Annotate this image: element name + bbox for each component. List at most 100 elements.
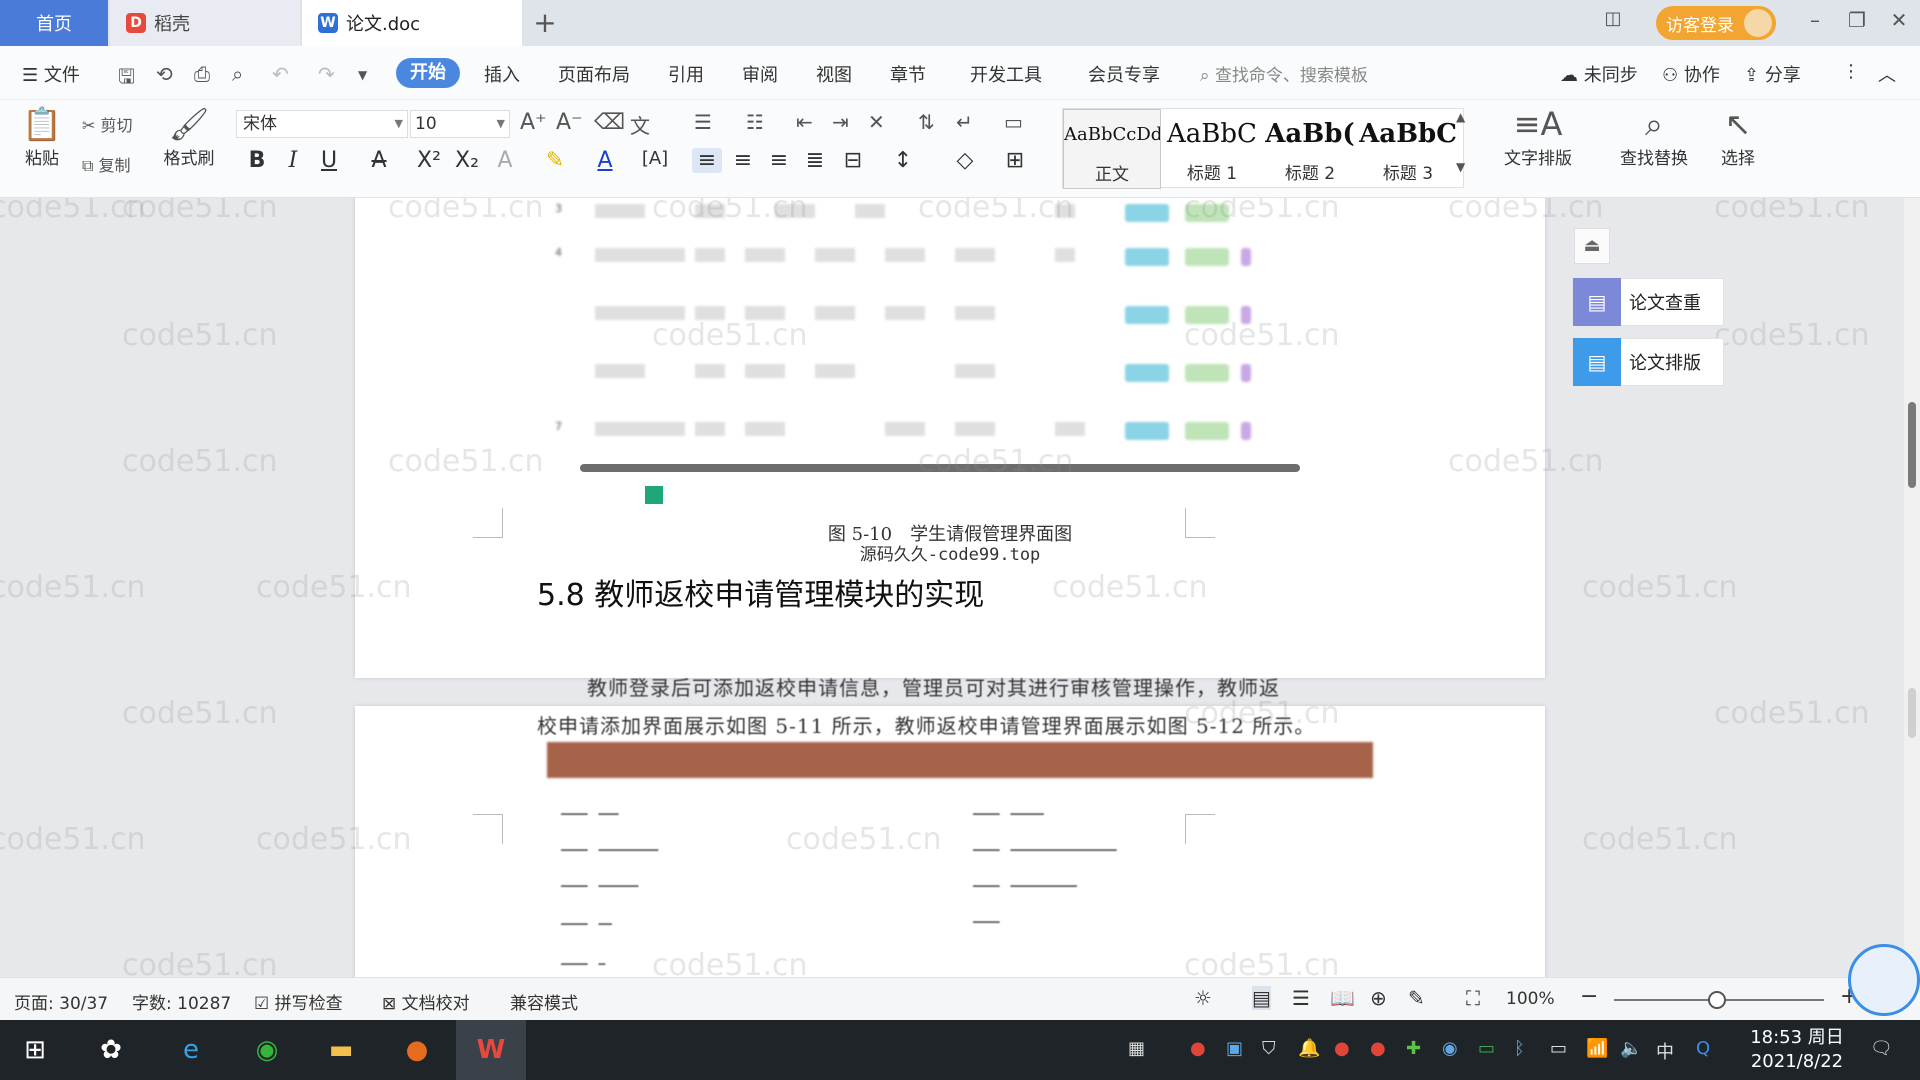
- spell-check-toggle[interactable]: ☑ 拼写检查: [254, 989, 343, 1014]
- shrink-font-icon[interactable]: A⁻: [556, 110, 583, 135]
- browser-360-icon[interactable]: ◉: [232, 1020, 302, 1080]
- bold-icon[interactable]: B: [242, 148, 272, 173]
- tab-page-layout[interactable]: 页面布局: [558, 61, 630, 87]
- page-indicator[interactable]: 页面: 30/37: [14, 989, 108, 1014]
- tab-home[interactable]: 首页: [0, 0, 108, 46]
- clock[interactable]: 18:53 周日 2021/8/22: [1742, 1026, 1852, 1074]
- tab-developer[interactable]: 开发工具: [970, 61, 1042, 87]
- file-menu[interactable]: ☰ 文件: [22, 61, 80, 87]
- tab-view[interactable]: 视图: [816, 61, 852, 87]
- font-color-icon[interactable]: A: [590, 148, 620, 173]
- increase-indent-icon[interactable]: ⇥: [832, 110, 849, 134]
- style-heading-3[interactable]: AaBbC 标题 3: [1359, 109, 1457, 189]
- clear-format-icon[interactable]: ⌫: [594, 110, 625, 135]
- style-more-icon[interactable]: ▼: [1456, 160, 1465, 174]
- align-right-icon[interactable]: ≡: [764, 148, 794, 173]
- style-heading-2[interactable]: AaBb( 标题 2: [1261, 109, 1359, 189]
- superscript-icon[interactable]: X²: [414, 148, 444, 173]
- numbered-list-icon[interactable]: ☷: [746, 110, 764, 134]
- tray-app-icon[interactable]: ◉: [1442, 1038, 1458, 1059]
- bullet-list-icon[interactable]: ☰: [694, 110, 712, 134]
- line-spacing-icon[interactable]: ↕: [888, 148, 918, 173]
- gpu-icon[interactable]: ▭: [1478, 1038, 1495, 1059]
- bluetooth-icon[interactable]: ᛒ: [1514, 1038, 1525, 1059]
- eye-protect-icon[interactable]: ☼: [1194, 986, 1212, 1010]
- volume-icon[interactable]: 🔈: [1620, 1038, 1642, 1059]
- phonetic-icon[interactable]: 文: [630, 110, 650, 139]
- command-search[interactable]: ⌕ 查找命令、搜索模板: [1200, 61, 1368, 86]
- sync-status[interactable]: ☁ 未同步: [1560, 61, 1638, 87]
- tab-references[interactable]: 引用: [668, 61, 704, 87]
- tab-member[interactable]: 会员专享: [1088, 61, 1160, 87]
- save-icon[interactable]: 🖫: [118, 62, 135, 96]
- font-name-select[interactable]: 宋体 ▼: [236, 110, 408, 138]
- visitor-login-button[interactable]: 访客登录: [1656, 6, 1776, 40]
- notification-icon[interactable]: 🗨: [1870, 1038, 1893, 1059]
- tray-app-icon[interactable]: ●: [1334, 1038, 1350, 1059]
- recorder-app-icon[interactable]: ●: [382, 1020, 452, 1080]
- web-view-icon[interactable]: ⊕: [1370, 986, 1387, 1010]
- italic-icon[interactable]: I: [278, 148, 308, 173]
- font-size-select[interactable]: 10 ▼: [410, 110, 510, 138]
- shading-icon[interactable]: ◇: [950, 148, 980, 173]
- style-heading-1[interactable]: AaBbC 标题 1: [1163, 109, 1261, 189]
- text-effect-icon[interactable]: A: [490, 148, 520, 173]
- zoom-out-icon[interactable]: −: [1580, 984, 1598, 1009]
- show-marks-icon[interactable]: ↵: [956, 110, 973, 134]
- tray-app-icon[interactable]: ●: [1190, 1038, 1206, 1059]
- undo-icon[interactable]: ↶: [272, 62, 289, 86]
- tab-start[interactable]: 开始: [396, 58, 460, 88]
- style-scroll-up-icon[interactable]: ▲: [1456, 110, 1465, 124]
- tab-insert[interactable]: 插入: [484, 61, 520, 87]
- close-icon[interactable]: ✕: [1884, 8, 1914, 32]
- tray-app-icon[interactable]: ▣: [1226, 1038, 1243, 1059]
- decrease-indent-icon[interactable]: ⇤: [796, 110, 813, 134]
- paste-button[interactable]: 📋 粘贴: [14, 104, 70, 169]
- minimize-icon[interactable]: –: [1800, 8, 1830, 32]
- find-replace-button[interactable]: ⌕ 查找替换: [1608, 104, 1700, 169]
- bell-icon[interactable]: 🔔: [1298, 1038, 1320, 1059]
- underline-icon[interactable]: U: [314, 148, 344, 173]
- new-tab-button[interactable]: +: [530, 6, 560, 39]
- print-preview-icon[interactable]: ⌕: [232, 62, 243, 86]
- vertical-scrollbar[interactable]: [1904, 198, 1920, 977]
- sort-icon[interactable]: ⇅: [918, 110, 935, 134]
- tab-daoke[interactable]: D 稻壳: [110, 0, 300, 46]
- windows-start-icon[interactable]: ⊞: [0, 1020, 70, 1080]
- share-button[interactable]: ⇪ 分享: [1744, 61, 1801, 87]
- copy-button[interactable]: ⧉ 复制: [82, 152, 131, 176]
- proofread-button[interactable]: ⊠ 文档校对: [382, 989, 470, 1014]
- zoom-slider-handle[interactable]: [1708, 991, 1726, 1009]
- collapse-ribbon-icon[interactable]: ︿: [1878, 61, 1896, 87]
- borders-icon[interactable]: ⊞: [1000, 148, 1030, 173]
- thesis-check-button[interactable]: ▤ 论文查重: [1572, 278, 1724, 326]
- print-icon[interactable]: ⎙: [194, 62, 210, 86]
- scrollbar-thumb[interactable]: [1908, 402, 1916, 488]
- system-monitor-icon[interactable]: ▦: [1128, 1038, 1145, 1059]
- reading-view-icon[interactable]: 📖: [1330, 986, 1355, 1010]
- fit-page-icon[interactable]: ⛶: [1466, 986, 1480, 1010]
- ie-browser-icon[interactable]: e: [156, 1020, 226, 1080]
- wps-icon[interactable]: W: [456, 1020, 526, 1080]
- distribute-icon[interactable]: ⊟: [838, 148, 868, 173]
- ime-indicator[interactable]: 中: [1656, 1038, 1674, 1064]
- ime-app-icon[interactable]: Q: [1696, 1038, 1710, 1059]
- ruler-icon[interactable]: ▭: [1004, 110, 1023, 134]
- file-explorer-icon[interactable]: ▬: [306, 1020, 376, 1080]
- format-painter-button[interactable]: 🖌 格式刷: [156, 104, 222, 169]
- history-icon[interactable]: ⟲: [156, 62, 173, 86]
- align-left-icon[interactable]: ≡: [692, 148, 722, 173]
- char-border-icon[interactable]: [A]: [640, 148, 670, 169]
- align-center-icon[interactable]: ≡: [728, 148, 758, 173]
- subscript-icon[interactable]: X₂: [452, 148, 482, 173]
- zoom-level[interactable]: 100%: [1506, 989, 1555, 1009]
- restore-icon[interactable]: ❐: [1842, 8, 1872, 32]
- tray-app-icon[interactable]: ●: [1370, 1038, 1386, 1059]
- tab-chapter[interactable]: 章节: [890, 61, 926, 87]
- grow-font-icon[interactable]: A⁺: [520, 110, 547, 135]
- select-button[interactable]: ↖ 选择: [1710, 104, 1766, 169]
- side-panel-collapse-button[interactable]: ⏏: [1574, 228, 1610, 264]
- chinese-layout-icon[interactable]: ✕: [868, 110, 885, 134]
- wifi-icon[interactable]: 📶: [1586, 1038, 1608, 1059]
- quick-access-dropdown-icon[interactable]: ▼: [358, 68, 367, 82]
